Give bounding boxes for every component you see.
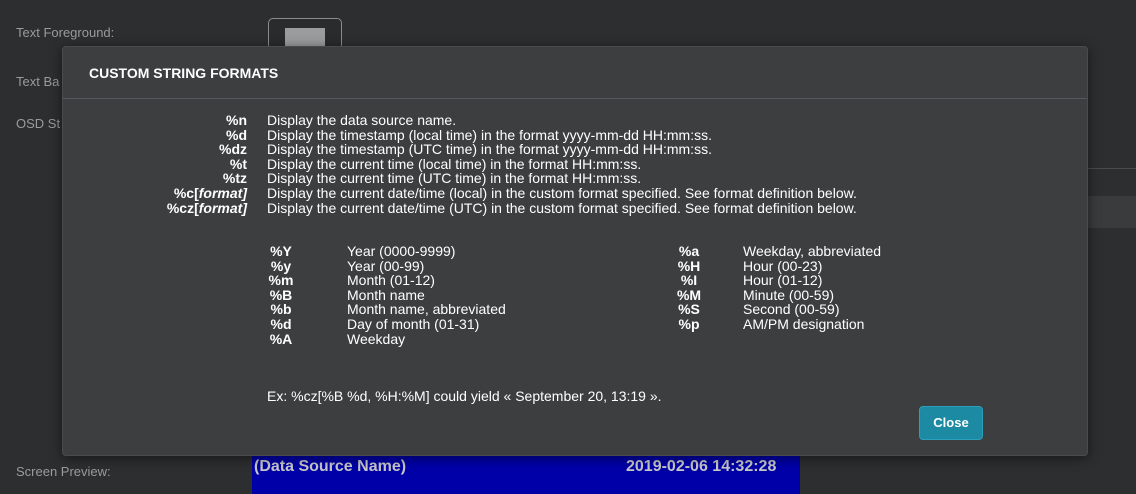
screen-preview-label: Screen Preview: <box>16 464 111 479</box>
specifier-row: %b Month name, abbreviated <box>270 301 506 318</box>
screen-preview: (Data Source Name) 2019-02-06 14:32:28 <box>252 456 800 494</box>
format-code: %cz[format] <box>166 199 247 216</box>
specifier-row: %m Month (01-12) <box>268 272 435 289</box>
specifier-row: %d Day of month (01-31) <box>270 315 480 332</box>
background-divider <box>1086 168 1136 169</box>
specifier-row: %H Hour (00-23) <box>677 257 823 274</box>
specifier-row: %A Weekday <box>269 330 406 347</box>
osd-style-label: OSD St <box>16 116 61 131</box>
dialog-header: CUSTOM STRING FORMATS <box>63 47 1087 99</box>
preview-timestamp: 2019-02-06 14:32:28 <box>626 458 777 475</box>
format-code: %n <box>226 112 247 128</box>
text-background-label: Text Ba <box>16 74 60 89</box>
specifier-row: %M Minute (00-59) <box>676 286 835 303</box>
specifier-row: %S Second (00-59) <box>678 301 840 318</box>
specifier-row: %a Weekday, abbreviated <box>678 243 882 259</box>
format-description: Display the current date/time (local) in… <box>267 184 857 201</box>
specifier-table-right: %a Weekday, abbreviated %H Hour (00-23) %I… <box>669 244 1069 332</box>
format-description: Display the current time (UTC time) in t… <box>267 170 642 187</box>
specifier-row: %Y Year (0000-9999) <box>270 243 456 259</box>
specifier-row: %p AM/PM designation <box>678 315 865 332</box>
format-description: Display the timestamp (local time) in th… <box>267 126 712 143</box>
background-row-band <box>1086 196 1136 228</box>
format-description: Display the data source name. <box>267 112 457 128</box>
format-descriptions-column: Display the data source name. Display th… <box>267 113 1067 215</box>
format-description: Display the current time (local time) in… <box>267 155 642 172</box>
format-code: %d <box>226 126 247 143</box>
custom-string-formats-dialog: CUSTOM STRING FORMATS %n %d %dz %t %tz %… <box>62 46 1088 456</box>
specifier-row: %I Hour (01-12) <box>680 272 823 289</box>
format-example: Ex: %cz[%B %d, %H:%M] could yield « Sept… <box>267 388 662 404</box>
format-code: %t <box>229 155 247 172</box>
format-description: Display the timestamp (UTC time) in the … <box>267 141 712 158</box>
text-foreground-label: Text Foreground: <box>16 25 115 40</box>
dialog-title: CUSTOM STRING FORMATS <box>89 65 279 81</box>
specifier-table-left: %Y Year (0000-9999) %y Year (00-99) %m Mont… <box>261 244 661 346</box>
preview-source-name: (Data Source Name) <box>254 458 407 475</box>
format-code: %tz <box>222 170 247 187</box>
format-code: %c[format] <box>173 184 247 201</box>
format-codes-column: %n %d %dz %t %tz %c[format] %cz[format] <box>63 113 261 215</box>
format-description: Display the current date/time (UTC) in t… <box>267 199 857 216</box>
specifier-row: %y Year (00-99) <box>270 257 425 274</box>
close-button[interactable]: Close <box>919 406 983 440</box>
specifier-row: %B Month name <box>269 286 425 303</box>
format-code: %dz <box>219 141 247 158</box>
